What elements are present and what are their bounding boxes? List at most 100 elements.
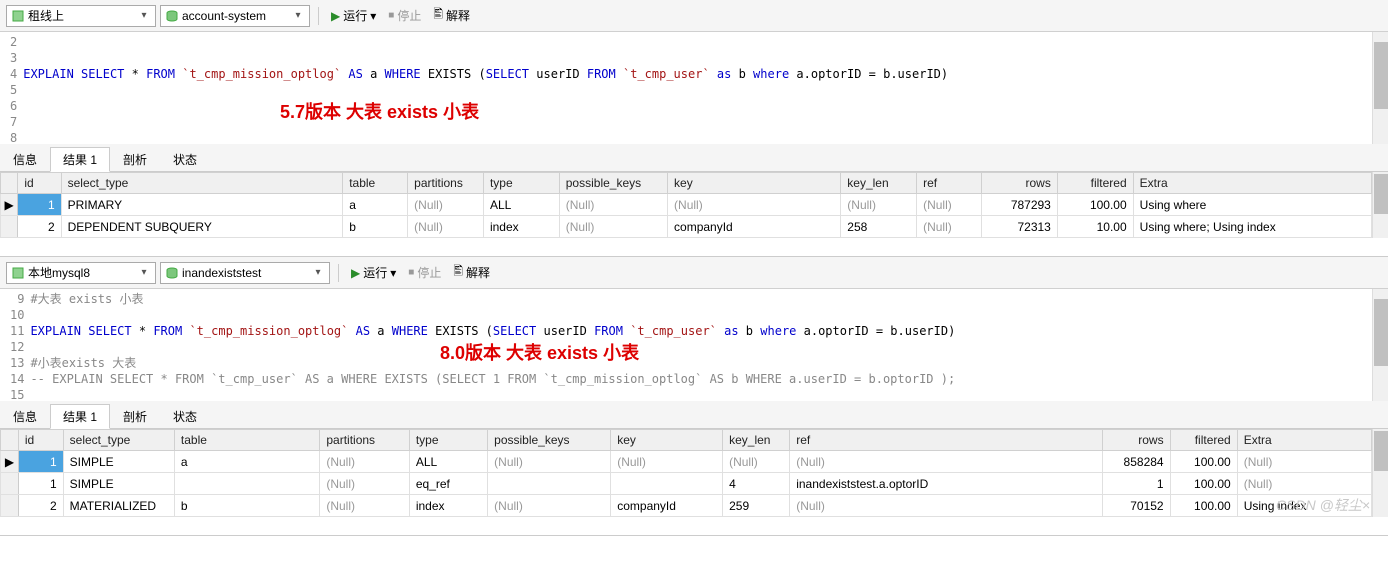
sql-line-11: EXPLAIN SELECT * FROM `t_cmp_mission_opt…	[30, 323, 955, 339]
cell-type: ALL	[483, 194, 559, 216]
cell-Extra: Using where; Using index	[1133, 216, 1371, 238]
database-icon	[165, 9, 179, 23]
cell-filtered: 100.00	[1170, 495, 1237, 517]
table-row[interactable]: 1SIMPLE(Null)eq_ref4inandexiststest.a.op…	[1, 473, 1372, 495]
col-filtered[interactable]: filtered	[1057, 173, 1133, 194]
table-row[interactable]: 2MATERIALIZEDb(Null)index(Null)companyId…	[1, 495, 1372, 517]
cell-key_len: (Null)	[723, 451, 790, 473]
database-dropdown[interactable]: account-system ▾	[160, 5, 310, 27]
cell-select_type: DEPENDENT SUBQUERY	[61, 216, 343, 238]
connection-dropdown[interactable]: 租线上 ▾	[6, 5, 156, 27]
explain-button[interactable]: 🖺解释	[429, 4, 474, 27]
cell-key_len: (Null)	[841, 194, 917, 216]
col-rows[interactable]: rows	[1103, 430, 1170, 451]
cell-table	[174, 473, 319, 495]
col-table[interactable]: table	[343, 173, 408, 194]
code-area[interactable]: EXPLAIN SELECT * FROM `t_cmp_mission_opt…	[23, 32, 948, 144]
col-key_len[interactable]: key_len	[841, 173, 917, 194]
cell-key: companyId	[611, 495, 723, 517]
col-partitions[interactable]: partitions	[320, 430, 410, 451]
cell-key: (Null)	[668, 194, 841, 216]
connection-icon	[11, 266, 25, 280]
col-id[interactable]: id	[18, 173, 61, 194]
result-tabs-top: 信息 结果 1 剖析 状态	[0, 144, 1388, 172]
line-gutter: 2345678	[0, 32, 23, 144]
cell-possible_keys: (Null)	[488, 451, 611, 473]
cell-Extra: Using index	[1237, 495, 1371, 517]
col-key[interactable]: key	[611, 430, 723, 451]
col-Extra[interactable]: Extra	[1133, 173, 1371, 194]
explain-icon: 🖺	[453, 262, 463, 283]
col-ref[interactable]: ref	[917, 173, 982, 194]
sql-editor-bottom[interactable]: 9101112131415 #大表 exists 小表 EXPLAIN SELE…	[0, 289, 1388, 401]
sql-editor-top[interactable]: 2345678 EXPLAIN SELECT * FROM `t_cmp_mis…	[0, 32, 1388, 144]
row-marker	[1, 216, 18, 238]
cell-table: a	[174, 451, 319, 473]
row-marker	[1, 473, 19, 495]
col-select_type[interactable]: select_type	[61, 173, 343, 194]
col-table[interactable]: table	[174, 430, 319, 451]
cell-partitions: (Null)	[408, 194, 484, 216]
tab-info[interactable]: 信息	[0, 404, 50, 428]
scrollbar[interactable]	[1372, 172, 1388, 238]
cell-possible_keys: (Null)	[559, 194, 667, 216]
cell-partitions: (Null)	[320, 451, 410, 473]
chevron-down-icon: ▾	[291, 10, 305, 21]
col-id[interactable]: id	[18, 430, 63, 451]
col-partitions[interactable]: partitions	[408, 173, 484, 194]
tab-results[interactable]: 结果 1	[50, 147, 110, 172]
scrollbar[interactable]	[1372, 32, 1388, 144]
chevron-down-icon: ▾	[137, 10, 151, 21]
explain-icon: 🖺	[433, 5, 443, 26]
table-row[interactable]: ▶1SIMPLEa(Null)ALL(Null)(Null)(Null)(Nul…	[1, 451, 1372, 473]
tab-profile[interactable]: 剖析	[110, 147, 160, 171]
col-key[interactable]: key	[668, 173, 841, 194]
chevron-down-icon: ▾	[390, 266, 396, 280]
cell-partitions: (Null)	[408, 216, 484, 238]
stop-button[interactable]: ■停止	[404, 263, 445, 282]
cell-key	[611, 473, 723, 495]
annotation-top: 5.7版本 大表 exists 小表	[280, 104, 479, 120]
cell-select_type: SIMPLE	[63, 473, 174, 495]
connection-dropdown[interactable]: 本地mysql8 ▾	[6, 262, 156, 284]
tab-status[interactable]: 状态	[160, 147, 210, 171]
play-icon: ▶	[351, 266, 360, 280]
col-possible_keys[interactable]: possible_keys	[488, 430, 611, 451]
cell-key_len: 259	[723, 495, 790, 517]
sql-line-14: -- EXPLAIN SELECT * FROM `t_cmp_user` AS…	[30, 371, 955, 387]
stop-button[interactable]: ■停止	[384, 6, 425, 25]
run-button[interactable]: ▶运行▾	[327, 6, 380, 25]
tab-profile[interactable]: 剖析	[110, 404, 160, 428]
col-ref[interactable]: ref	[790, 430, 1103, 451]
chevron-down-icon: ▾	[137, 267, 151, 278]
database-dropdown[interactable]: inandexiststest ▾	[160, 262, 330, 284]
col-key_len[interactable]: key_len	[723, 430, 790, 451]
tab-info[interactable]: 信息	[0, 147, 50, 171]
col-Extra[interactable]: Extra	[1237, 430, 1371, 451]
col-filtered[interactable]: filtered	[1170, 430, 1237, 451]
cell-ref: (Null)	[790, 451, 1103, 473]
run-button[interactable]: ▶运行▾	[347, 263, 400, 282]
col-possible_keys[interactable]: possible_keys	[559, 173, 667, 194]
tab-results[interactable]: 结果 1	[50, 404, 110, 429]
toolbar-bottom: 本地mysql8 ▾ inandexiststest ▾ ▶运行▾ ■停止 🖺解…	[0, 257, 1388, 289]
col-select_type[interactable]: select_type	[63, 430, 174, 451]
row-marker	[1, 495, 19, 517]
tab-status[interactable]: 状态	[160, 404, 210, 428]
explain-button[interactable]: 🖺解释	[449, 261, 494, 284]
cell-id: 2	[18, 216, 61, 238]
col-type[interactable]: type	[409, 430, 487, 451]
cell-Extra: (Null)	[1237, 451, 1371, 473]
table-row[interactable]: 2DEPENDENT SUBQUERYb(Null)index(Null)com…	[1, 216, 1372, 238]
cell-Extra: Using where	[1133, 194, 1371, 216]
separator	[338, 264, 339, 282]
database-icon	[165, 266, 179, 280]
scrollbar[interactable]	[1372, 429, 1388, 517]
cell-table: b	[174, 495, 319, 517]
table-row[interactable]: ▶1PRIMARYa(Null)ALL(Null)(Null)(Null)(Nu…	[1, 194, 1372, 216]
scrollbar[interactable]	[1372, 289, 1388, 401]
col-type[interactable]: type	[483, 173, 559, 194]
cell-select_type: MATERIALIZED	[63, 495, 174, 517]
chevron-down-icon: ▾	[311, 267, 325, 278]
col-rows[interactable]: rows	[982, 173, 1058, 194]
